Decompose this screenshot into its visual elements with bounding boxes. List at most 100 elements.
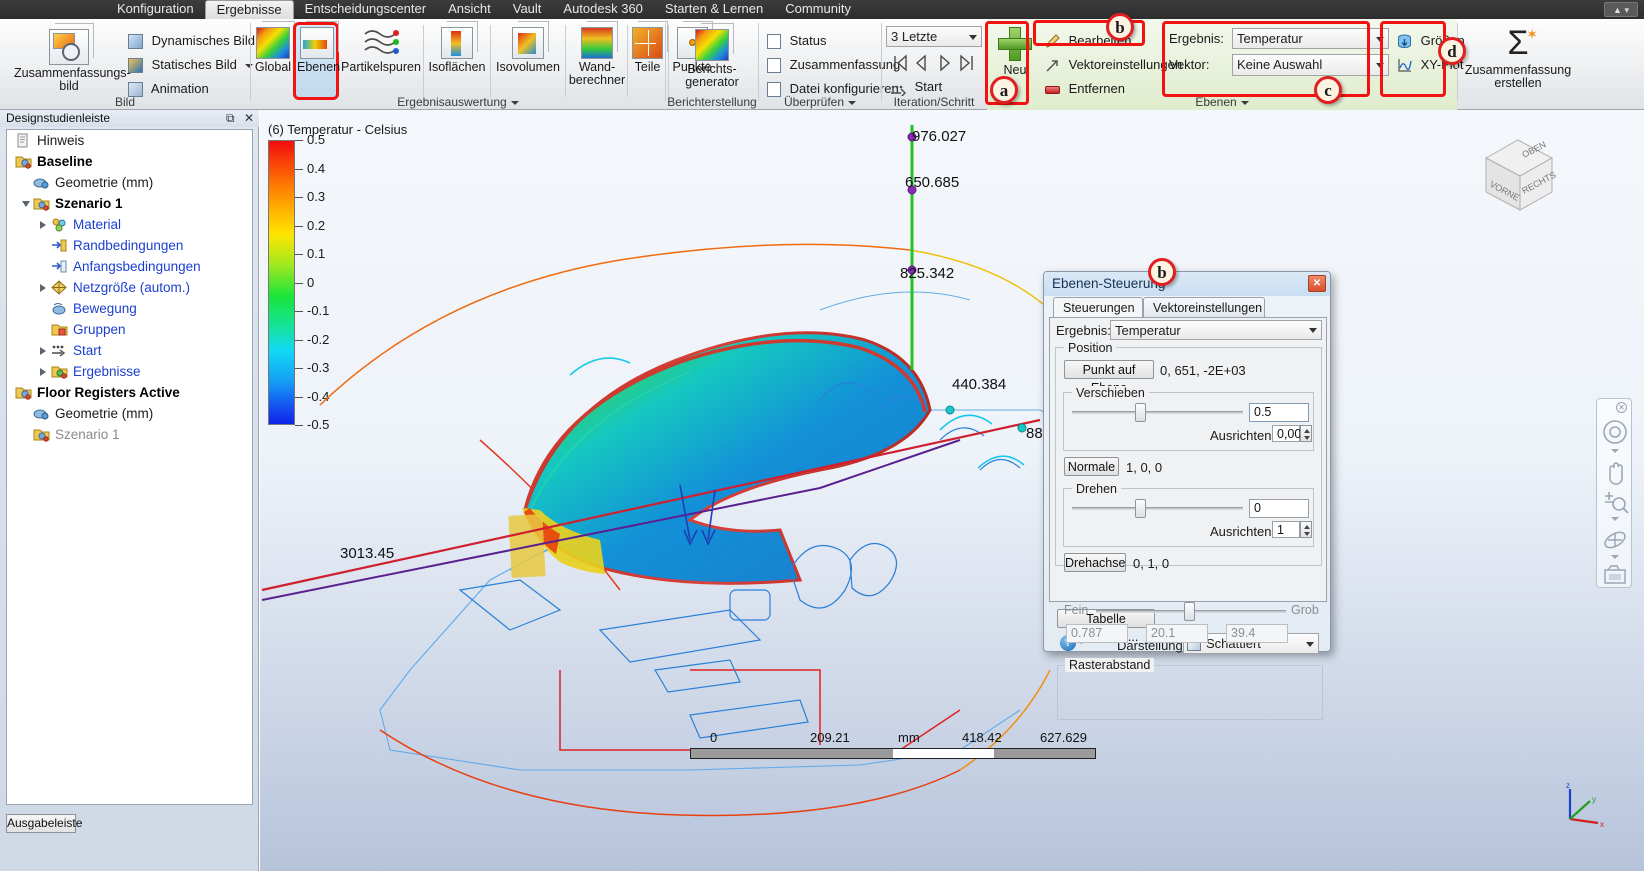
tree-item-geometrie-mm[interactable]: Geometrie (mm): [7, 403, 252, 424]
tab-starten-lernen[interactable]: Starten & Lernen: [654, 0, 774, 19]
tab-vault[interactable]: Vault: [502, 0, 553, 19]
rotate-align-input[interactable]: 1: [1272, 521, 1300, 538]
tree-item-anfangsbedingungen[interactable]: Anfangsbedingungen: [7, 256, 252, 277]
particle-traces-button[interactable]: Partikelspuren: [341, 27, 421, 74]
chevron-down-icon[interactable]: [1306, 641, 1314, 647]
chevron-down-icon[interactable]: [1611, 449, 1619, 453]
tree-item-szenario-1[interactable]: Szenario 1: [7, 193, 252, 214]
expander-icon[interactable]: [40, 284, 46, 292]
create-summary-button[interactable]: Σ ✶ Zusammenfassung erstellen: [1462, 25, 1574, 90]
expander-icon[interactable]: [40, 368, 46, 376]
summary-image-button[interactable]: Zusammenfassungs- bild: [14, 29, 131, 93]
status-item[interactable]: Status: [767, 31, 826, 50]
close-icon[interactable]: ✕: [244, 111, 254, 125]
tree-item-szenario-1[interactable]: Szenario 1: [7, 424, 252, 445]
translate-align-input[interactable]: 0,00: [1272, 425, 1301, 442]
tree-item-start[interactable]: Start: [7, 340, 252, 361]
group-title-ebenen[interactable]: Ebenen: [987, 95, 1457, 109]
plane-control-dialog[interactable]: Ebenen-Steuerung ✕ Steuerungen Vektorein…: [1043, 258, 1331, 720]
point-on-plane-button[interactable]: Punkt auf Ebene: [1064, 360, 1154, 395]
tree-item-bewegung[interactable]: Bewegung: [7, 298, 252, 319]
zoom-icon[interactable]: [1600, 487, 1630, 517]
rotate-align-spinner[interactable]: [1300, 521, 1312, 538]
close-icon[interactable]: ✕: [1616, 402, 1627, 413]
translate-align-spinner[interactable]: [1300, 425, 1312, 442]
group-title-ergebnisauswertung[interactable]: Ergebnisauswertung: [251, 95, 665, 109]
tree-item-ergebnisse[interactable]: Ergebnisse: [7, 361, 252, 382]
expander-icon[interactable]: [40, 347, 46, 355]
particle-traces-label: Partikelspuren: [341, 60, 421, 74]
steering-wheel-icon[interactable]: [1600, 417, 1630, 447]
ebenen-vector-combo[interactable]: Keine Auswahl: [1232, 54, 1389, 76]
chevron-down-icon[interactable]: [969, 34, 977, 40]
tab-ansicht[interactable]: Ansicht: [437, 0, 502, 19]
static-image-item[interactable]: Statisches Bild: [128, 55, 253, 74]
tab-autodesk-360[interactable]: Autodesk 360: [552, 0, 654, 19]
report-generator-button[interactable]: Berichts- generator: [674, 29, 750, 89]
dynamic-image-item[interactable]: Dynamisches Bild: [128, 31, 255, 50]
expander-icon[interactable]: [22, 201, 30, 211]
dialog-title-bar[interactable]: Ebenen-Steuerung ✕: [1044, 272, 1330, 296]
tree-item-baseline[interactable]: Baseline: [7, 151, 252, 172]
grid-value-1[interactable]: 20.1: [1146, 624, 1208, 643]
tree-item-netzgr-e-autom[interactable]: Netzgröße (autom.): [7, 277, 252, 298]
view-cube[interactable]: OBEN VORNE RECHTS: [1472, 128, 1564, 220]
chevron-down-icon[interactable]: [848, 100, 857, 105]
chevron-down-icon[interactable]: [1376, 63, 1384, 68]
chevron-down-icon[interactable]: [1309, 328, 1317, 333]
tab-community[interactable]: Community: [774, 0, 862, 19]
material-icon: [51, 217, 68, 232]
chevron-down-icon[interactable]: [1376, 36, 1384, 42]
start-item[interactable]: Start: [890, 77, 942, 98]
rotation-axis-button[interactable]: Drehachse: [1064, 553, 1126, 572]
camera-icon[interactable]: [1600, 562, 1630, 592]
tab-konfiguration[interactable]: Konfiguration: [106, 0, 205, 19]
normal-button[interactable]: Normale: [1064, 457, 1119, 476]
grid-slider-thumb[interactable]: [1184, 602, 1195, 621]
new-plane-button[interactable]: Neu: [993, 27, 1037, 77]
tree-item-hinweis[interactable]: Hinweis: [7, 130, 252, 151]
tab-entscheidungscenter[interactable]: Entscheidungscenter: [294, 0, 437, 19]
ebenen-result-combo[interactable]: Temperatur: [1232, 28, 1389, 49]
rotate-value-input[interactable]: 0: [1249, 499, 1309, 518]
chevron-down-icon[interactable]: [1611, 517, 1619, 521]
grid-value-0[interactable]: 0.787: [1066, 624, 1128, 643]
iteration-combo[interactable]: 3 Letzte: [886, 26, 982, 47]
planes-button[interactable]: Ebenen: [297, 27, 340, 74]
expander-icon[interactable]: [40, 221, 46, 229]
dialog-result-combo[interactable]: Temperatur: [1110, 320, 1322, 340]
translate-slider-thumb[interactable]: [1135, 403, 1146, 422]
translate-value-input[interactable]: 0.5: [1249, 403, 1309, 422]
wall-calculator-button[interactable]: Wand- berechner: [568, 27, 626, 87]
tree-item-material[interactable]: Material: [7, 214, 252, 235]
chevron-down-icon[interactable]: [1240, 100, 1249, 105]
minimize-ribbon-button[interactable]: ▲ ▾: [1604, 2, 1638, 17]
parts-button[interactable]: Teile: [629, 27, 666, 74]
tree-item-floor-registers-active[interactable]: Floor Registers Active: [7, 382, 252, 403]
rotate-slider-thumb[interactable]: [1135, 499, 1146, 518]
chevron-down-icon[interactable]: [510, 100, 519, 105]
grid-value-2[interactable]: 39.4: [1226, 624, 1288, 643]
tree-item-gruppen[interactable]: Gruppen: [7, 319, 252, 340]
tab-ergebnisse[interactable]: Ergebnisse: [204, 0, 294, 19]
global-button[interactable]: Global: [253, 27, 293, 74]
design-study-tree[interactable]: Hinweis Baseline Geometrie (mm) Szenario 1 M…: [6, 129, 253, 805]
3d-viewport[interactable]: (6) Temperatur - Celsius 0.5 0.4 0.3 0.2 0.1…: [260, 110, 1644, 871]
group-title-ueberpruefen[interactable]: Überprüfen: [759, 95, 881, 109]
float-panel-icon[interactable]: ⧉: [226, 111, 235, 125]
iso-volumes-button[interactable]: Isovolumen: [493, 27, 563, 74]
iso-surfaces-button[interactable]: Isoflächen: [426, 27, 488, 74]
close-icon[interactable]: ✕: [1308, 275, 1326, 292]
tab-steuerungen[interactable]: Steuerungen: [1053, 297, 1143, 318]
tree-item-randbedingungen[interactable]: Randbedingungen: [7, 235, 252, 256]
tab-vektoreinstellungen[interactable]: Vektoreinstellungen: [1143, 297, 1265, 318]
output-bar-button[interactable]: Ausgabeleiste: [6, 814, 82, 833]
translate-slider-track[interactable]: [1072, 411, 1243, 414]
orbit-icon[interactable]: [1600, 525, 1630, 555]
chevron-down-icon[interactable]: [1611, 555, 1619, 559]
vector-settings-item[interactable]: Vektoreinstellungen: [1045, 55, 1182, 74]
rotate-slider-track[interactable]: [1072, 507, 1243, 510]
navigation-bar[interactable]: ✕: [1596, 398, 1632, 588]
tree-item-geometrie-mm[interactable]: Geometrie (mm): [7, 172, 252, 193]
pan-hand-icon[interactable]: [1600, 457, 1630, 487]
